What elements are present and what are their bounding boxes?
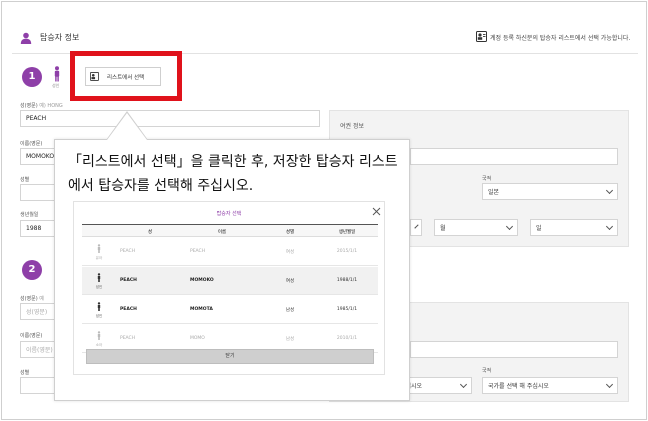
table-row[interactable]: 유아 PEACH PEACH 여성 2015/1/1 [82,238,378,266]
gender-label: 성별 [20,177,30,183]
adult-person-icon [97,302,101,311]
column-header: 이름 [217,230,227,235]
given-name-label-2: 이름(영문) [20,333,43,339]
chevron-down-icon [459,380,468,388]
step-2-badge: 2 [22,260,42,280]
instruction-text: 「리스트에서 선택」을 클릭한 후, 저장한 탑승자 리스트에서 탑승자를 선택… [68,154,398,194]
table-header: 성 이름 성별 생년월일 [82,224,378,237]
nationality-select[interactable]: 일본 [482,183,618,200]
select-from-list-button[interactable]: 리스트에서 선택 [85,67,161,86]
list-note: 계정 등록 하신분의 탑승자 리스트에서 선택 가능합니다. [490,35,631,42]
day-unit: 일 [536,225,542,232]
chevron-down-icon [414,223,419,229]
modal-title: 탑승자 선택 [216,211,242,217]
close-icon[interactable] [372,207,381,216]
chevron-down-icon [605,380,614,388]
nationality-label-2: 국적 [482,368,492,374]
surname-label: 성(영문) 예) HONG [20,103,63,109]
column-header: 성 [147,230,153,235]
gender-cell: 남성 [285,337,295,342]
passenger-type: 성인 [95,314,103,318]
page-title: 탑승자 정보 [40,33,80,42]
surname-cell: PEACH [120,307,137,312]
surname-cell: PEACH [120,278,137,283]
passenger-list-icon [476,31,487,42]
nationality-label: 국적 [482,176,492,182]
passport-number-input[interactable] [410,148,618,165]
nationality-placeholder: 국가를 선택 해 주십시오 [488,383,549,390]
passenger-type: 유아 [95,256,103,260]
birth-cell: 1988/1/1 [336,278,358,283]
birth-cell: 2010/1/1 [336,336,358,341]
passport-number-input-2[interactable] [410,341,618,358]
month-unit: 월 [440,225,446,232]
child-person-icon [97,244,101,253]
user-icon [20,32,32,44]
column-header: 성별 [285,230,295,235]
passenger-type-label: 성인 [52,83,60,88]
adult-person-icon [54,66,60,82]
close-button[interactable]: 닫기 [86,349,374,364]
surname-cell: PEACH [120,249,136,254]
surname-label-2: 성(영문) 예 [20,296,44,302]
given-name-cell: MOMOKO [190,278,214,283]
given-name-cell: MOMO [190,336,205,341]
passenger-info-page: 탑승자 정보 계정 등록 하신분의 탑승자 리스트에서 선택 가능합니다. 1 … [1,1,647,420]
select-from-list-label: 리스트에서 선택 [107,74,145,81]
given-name-label: 이름(영문) [20,141,43,147]
birth-label: 생년월일 [20,212,39,218]
surname-cell: PEACH [120,336,136,341]
chevron-down-icon [505,222,514,230]
gender-label-2: 성별 [20,370,30,376]
column-header: 생년월일 [338,230,356,235]
nationality-select-2[interactable]: 국가를 선택 해 주십시오 [482,377,618,394]
step-1-badge: 1 [22,67,42,87]
gender-cell: 여성 [285,279,295,284]
passenger-select-modal: 탑승자 선택 성 이름 성별 생년월일 유아 PEACH PEACH 여성 20… [73,201,385,375]
table-row[interactable]: 성인 PEACH MOMOKO 여성 1988/1/1 [82,267,378,295]
passport-title: 여권 정보 [340,123,364,130]
popup-pointer-fill [107,113,147,140]
birth-cell: 2015/1/1 [336,249,358,254]
chevron-down-icon [605,186,614,194]
table-row[interactable]: 성인 PEACH MOMOTA 남성 1985/1/1 [82,296,378,324]
passenger-list-icon [90,72,99,81]
child-person-icon [97,331,101,340]
nationality-value: 일본 [488,189,500,196]
gender-cell: 남성 [285,308,295,313]
expiry-day-select[interactable]: 일 [530,219,618,236]
passenger-type: 소아 [95,343,103,347]
surname-input[interactable]: PEACH [20,110,320,127]
passenger-type: 성인 [95,285,103,289]
expiry-month-select[interactable]: 월 [434,219,518,236]
birth-cell: 1985/1/1 [336,307,358,312]
chevron-down-icon [605,222,614,230]
given-name-cell: MOMOTA [190,307,213,312]
given-name-cell: PEACH [190,249,206,254]
adult-person-icon [97,273,101,282]
gender-cell: 여성 [285,250,295,255]
expiry-year-select[interactable] [410,219,422,236]
